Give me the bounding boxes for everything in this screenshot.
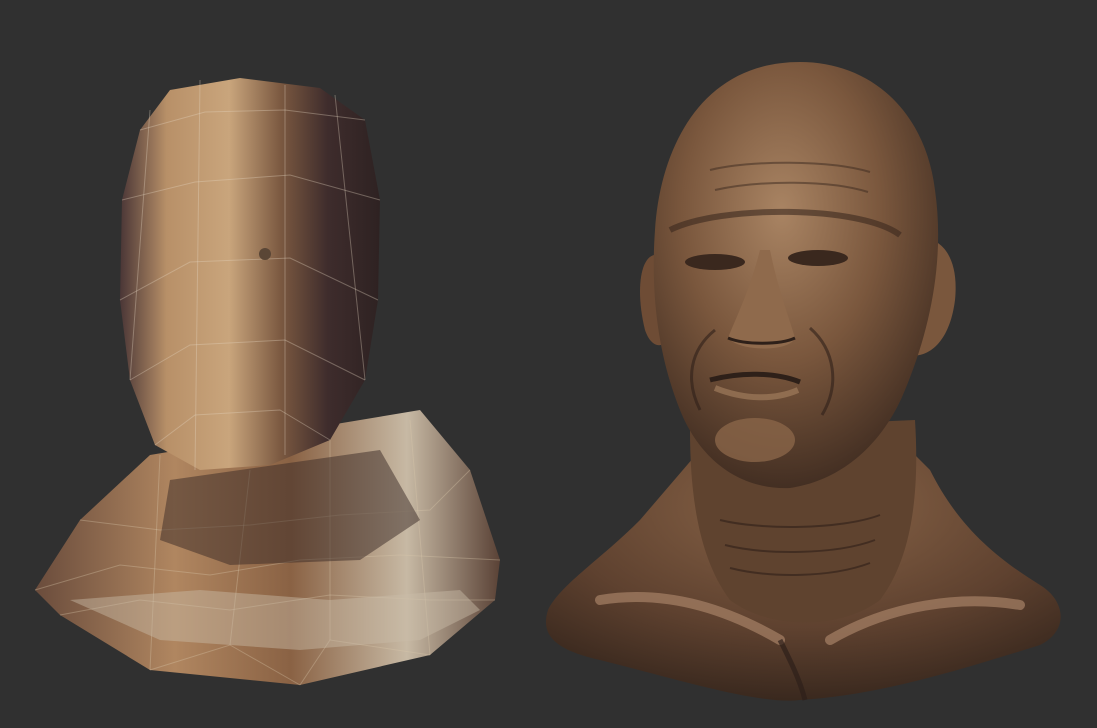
- lowpoly-head: [120, 78, 380, 470]
- lowpoly-head-bust: [34, 78, 501, 686]
- sculpted-left-eye: [685, 254, 745, 270]
- lowpoly-vertex-marker: [259, 248, 271, 260]
- sculpted-head-bust: [545, 62, 1061, 701]
- sculpted-right-eye: [788, 250, 848, 266]
- scene-canvas: [34, 62, 1061, 701]
- sculpted-chin: [715, 418, 795, 462]
- render-viewport: [0, 0, 1097, 728]
